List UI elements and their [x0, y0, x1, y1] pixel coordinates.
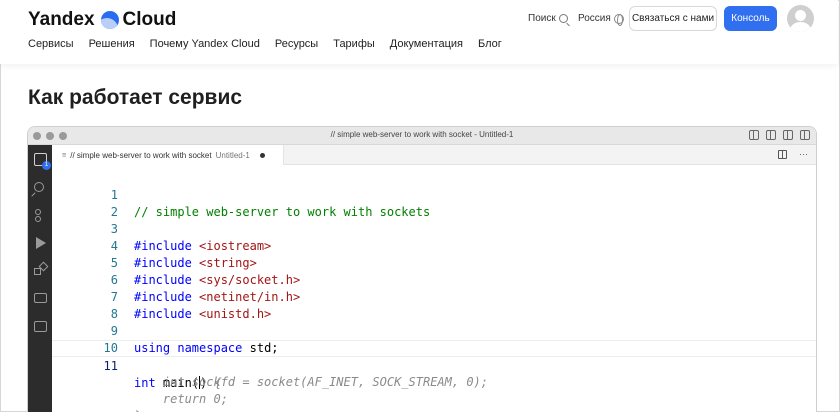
main-nav: Сервисы Решения Почему Yandex Cloud Ресу…: [28, 38, 502, 50]
editor-window-title: // simple web-server to work with socket…: [330, 130, 514, 139]
ghost-line: return 0;: [52, 374, 816, 406]
code-line: 5 #include <sys/socket.h>: [52, 238, 816, 287]
code-editor-window: // simple web-server to work with socket…: [27, 126, 817, 412]
code-line: 6 #include <netinet/in.h>: [52, 255, 816, 304]
ghost-suggestion: }: [134, 408, 141, 412]
code-line: 9 using namespace std;: [52, 306, 816, 355]
code-line: 10: [52, 323, 816, 355]
user-avatar-icon[interactable]: [787, 5, 814, 32]
yandex-cloud-logo[interactable]: Yandex Cloud: [28, 7, 176, 33]
contact-us-button[interactable]: Связаться с нами: [629, 6, 717, 31]
unsaved-dot-icon[interactable]: [259, 152, 265, 158]
globe-icon: [613, 13, 624, 26]
ghost-line: }: [52, 391, 816, 412]
code-area[interactable]: 1 // simple web-server to work with sock…: [52, 165, 816, 412]
split-editor-icon[interactable]: [778, 150, 787, 159]
code-line: 8: [52, 289, 816, 321]
editor-tab-untitled-1[interactable]: ≡ // simple web-server to work with sock…: [52, 145, 284, 165]
tab-file-name: Untitled-1: [215, 150, 250, 160]
activity-bar: 1: [28, 145, 52, 412]
editor-tab-bar: ≡ // simple web-server to work with sock…: [52, 145, 816, 165]
nav-item-solutions[interactable]: Решения: [89, 38, 135, 50]
code-line: 2: [52, 187, 816, 219]
site-header: Yandex Cloud Сервисы Решения Почему Yand…: [0, 0, 838, 64]
tab-label: // simple web-server to work with socket: [70, 150, 212, 160]
source-control-icon[interactable]: [34, 209, 47, 222]
customize-layout-icon[interactable]: [800, 130, 810, 140]
layout-controls: [749, 130, 810, 140]
nav-item-resources[interactable]: Ресурсы: [275, 38, 318, 50]
search-label: Поиск: [528, 13, 556, 24]
search-link[interactable]: Поиск: [528, 13, 568, 24]
containers-icon[interactable]: [34, 321, 47, 332]
nav-item-services[interactable]: Сервисы: [28, 38, 74, 50]
nav-item-blog[interactable]: Блог: [478, 38, 502, 50]
search-icon: [558, 14, 568, 23]
code-line: 3 #include <iostream>: [52, 204, 816, 253]
page-title: Как работает сервис: [28, 86, 243, 109]
toggle-panel-icon[interactable]: [766, 130, 776, 140]
file-icon: ≡: [62, 151, 67, 159]
toggle-secondary-sidebar-icon[interactable]: [783, 130, 793, 140]
toggle-sidebar-icon[interactable]: [749, 130, 759, 140]
nav-item-pricing[interactable]: Тарифы: [333, 38, 375, 50]
more-actions-icon[interactable]: ···: [799, 150, 808, 159]
explorer-icon[interactable]: 1: [34, 153, 51, 170]
cloud-logo-icon: [100, 11, 119, 29]
nav-item-docs[interactable]: Документация: [390, 38, 463, 50]
brand-right: Cloud: [122, 9, 177, 30]
region-selector[interactable]: Россия: [578, 13, 624, 26]
remote-explorer-icon[interactable]: [34, 293, 47, 303]
run-debug-icon[interactable]: [36, 237, 46, 249]
ghost-line: int sockfd = socket(AF_INET, SOCK_STREAM…: [52, 357, 816, 389]
code-line: 7 #include <unistd.h>: [52, 272, 816, 321]
nav-item-why[interactable]: Почему Yandex Cloud: [150, 38, 260, 50]
extensions-icon[interactable]: [34, 264, 47, 277]
explorer-badge: 1: [42, 161, 51, 170]
search-view-icon[interactable]: [34, 182, 44, 192]
editor-titlebar: // simple web-server to work with socket…: [28, 127, 816, 145]
console-button[interactable]: Консоль: [724, 6, 777, 31]
code-line: 4 #include <string>: [52, 221, 816, 270]
region-label: Россия: [578, 13, 611, 24]
current-code-line: 11 int main() {: [52, 340, 816, 390]
code-line: 1 // simple web-server to work with sock…: [52, 170, 816, 219]
tab-actions: ···: [778, 150, 808, 159]
brand-left: Yandex: [28, 9, 95, 30]
